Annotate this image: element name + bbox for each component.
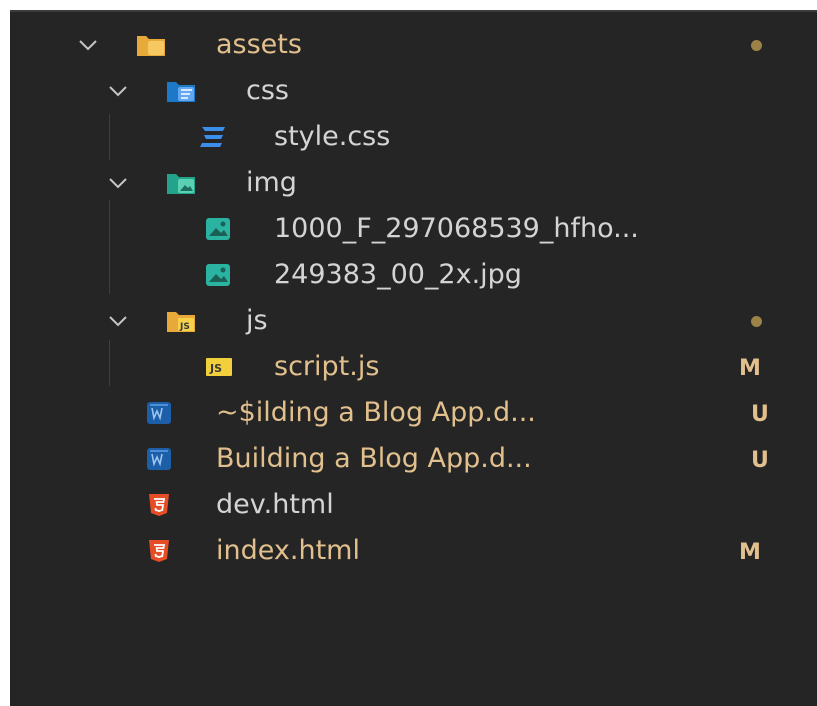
tree-item-dev-html[interactable]: dev.html <box>10 483 817 527</box>
explorer-panel: assets css style.css img 1000_F_29706853… <box>10 10 817 706</box>
svg-text:JS: JS <box>179 322 190 332</box>
folder-images-icon <box>167 174 195 194</box>
tree-item-image-file[interactable]: 1000_F_297068539_hfho... <box>10 207 817 251</box>
tree-item-img-folder[interactable]: img <box>10 161 817 205</box>
modified-dot <box>751 316 762 327</box>
tree-item-label: img <box>246 167 297 198</box>
tree-item-label: 1000_F_297068539_hfho... <box>274 213 639 244</box>
chevron-down-icon <box>109 178 127 189</box>
tree-item-label: assets <box>216 29 302 60</box>
js-file-icon: JS <box>206 358 232 376</box>
tree-item-css-folder[interactable]: css <box>10 69 817 113</box>
folder-css-icon <box>167 82 195 102</box>
tree-item-label: js <box>246 305 268 336</box>
folder-assets-icon <box>137 36 165 56</box>
chevron-down-icon <box>109 316 127 327</box>
css-file-icon <box>200 127 225 147</box>
tree-item-assets-folder[interactable]: assets <box>10 23 817 67</box>
git-status-badge: M <box>739 356 761 381</box>
tree-item-label: index.html <box>216 535 360 566</box>
folder-js-icon: JS <box>167 312 195 332</box>
tree-item-script-js[interactable]: JS script.js M <box>10 345 817 389</box>
svg-text:JS: JS <box>209 362 222 375</box>
tree-item-label: style.css <box>274 121 391 152</box>
word-file-icon <box>147 448 171 470</box>
tree-item-js-folder[interactable]: JS js <box>10 299 817 343</box>
git-status-badge: U <box>751 448 769 473</box>
window-frame: assets css style.css img 1000_F_29706853… <box>0 0 817 706</box>
image-file-icon <box>206 264 230 286</box>
tree-item-label: Building a Blog App.d... <box>216 443 532 474</box>
word-file-icon <box>147 402 171 424</box>
image-file-icon <box>206 218 230 240</box>
tree-item-label: css <box>246 75 289 106</box>
modified-dot <box>751 40 762 51</box>
panel-top-border <box>10 10 817 12</box>
tree-item-label: ~$ilding a Blog App.d... <box>216 397 536 428</box>
tree-item-label: script.js <box>274 351 380 382</box>
chevron-down-icon <box>109 86 127 97</box>
git-status-badge: U <box>751 402 769 427</box>
html-file-icon <box>149 540 169 562</box>
tree-item-index-html[interactable]: index.html M <box>10 529 817 573</box>
tree-item-style-css[interactable]: style.css <box>10 115 817 159</box>
html-file-icon <box>149 494 169 516</box>
git-status-badge: M <box>739 540 761 565</box>
tree-item-label: dev.html <box>216 489 334 520</box>
tree-item-image-file[interactable]: 249383_00_2x.jpg <box>10 253 817 297</box>
tree-item-word-doc-temp[interactable]: ~$ilding a Blog App.d... U <box>10 391 817 435</box>
tree-item-word-doc[interactable]: Building a Blog App.d... U <box>10 437 817 481</box>
chevron-down-icon <box>79 40 97 51</box>
tree-item-label: 249383_00_2x.jpg <box>274 259 522 290</box>
